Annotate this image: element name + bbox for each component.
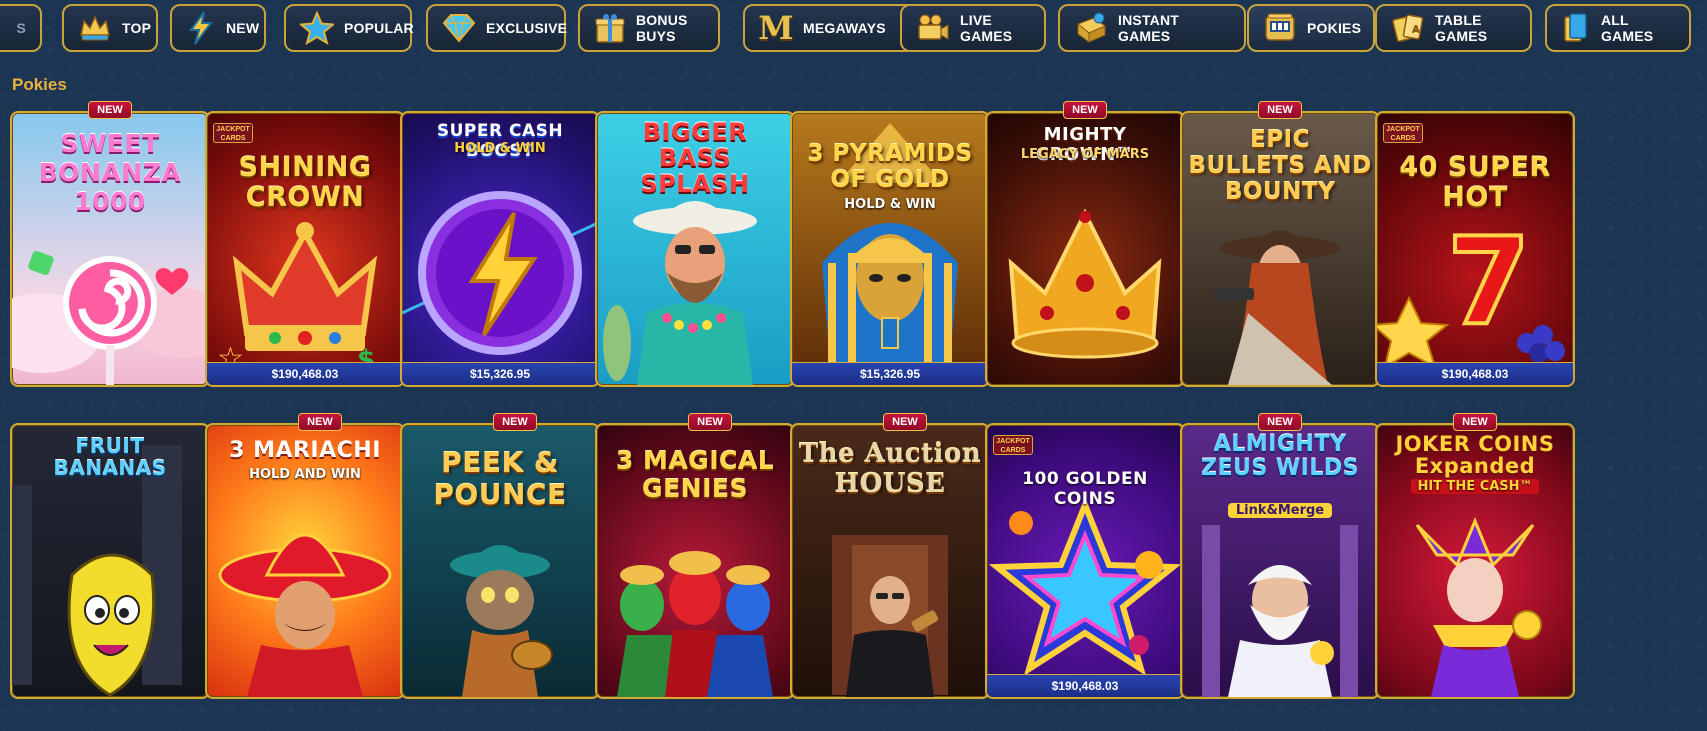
category-tab-live-games-label: LIVE GAMES bbox=[960, 12, 1013, 44]
game-subtitle: HOLD & WIN bbox=[844, 197, 936, 212]
game-title: 3 MARIACHI bbox=[229, 438, 381, 463]
gift-box-icon bbox=[594, 11, 626, 45]
game-title: 100 GOLDEN COINS bbox=[1022, 469, 1148, 509]
category-tab-cut-off[interactable]: S bbox=[0, 4, 42, 52]
diamond-icon bbox=[442, 11, 476, 45]
megaways-m-icon: M bbox=[758, 9, 794, 47]
category-tab-top-label: TOP bbox=[122, 20, 152, 36]
new-badge: NEW bbox=[1063, 101, 1107, 119]
lightning-icon bbox=[186, 11, 216, 45]
new-badge: NEW bbox=[88, 101, 132, 119]
category-tab-table-games-label: TABLE GAMES bbox=[1435, 12, 1488, 44]
category-tab-new-label: NEW bbox=[226, 20, 260, 36]
game-tile-fruit-bananas[interactable]: FRUIT BANANAS bbox=[10, 423, 210, 699]
game-title: 3 MAGICAL GENIES bbox=[615, 446, 775, 503]
category-tab-cut-off-label: S bbox=[16, 20, 26, 36]
game-title: FRUIT BANANAS bbox=[53, 434, 167, 480]
category-tab-bonus-buys-label: BONUS BUYS bbox=[636, 12, 688, 44]
game-tile-mighty-crown[interactable]: MIGHTY CROWN™ LEGACY OF MARS bbox=[985, 111, 1185, 387]
game-subtitle: HOLD & WIN bbox=[454, 141, 546, 156]
game-title: ALMIGHTY ZEUS WILDS bbox=[1201, 432, 1359, 481]
game-subtitle: HOLD AND WIN bbox=[249, 467, 361, 482]
game-title: EPIC BULLETS AND BOUNTY bbox=[1188, 127, 1372, 205]
new-badge: NEW bbox=[298, 413, 342, 431]
jackpot-cards-logo: JACKPOT CARDS bbox=[993, 435, 1033, 455]
new-badge: NEW bbox=[883, 413, 927, 431]
game-tile-3-mariachi[interactable]: 3 MARIACHI HOLD AND WIN bbox=[205, 423, 405, 699]
category-tab-pokies[interactable]: POKIES bbox=[1247, 4, 1375, 52]
crown-icon bbox=[78, 11, 112, 45]
category-tab-megaways-label: MEGAWAYS bbox=[803, 20, 886, 36]
star-icon bbox=[300, 11, 334, 45]
new-badge: NEW bbox=[1258, 101, 1302, 119]
game-tile-almighty-zeus-wilds[interactable]: ALMIGHTY ZEUS WILDS Link&Merge bbox=[1180, 423, 1380, 699]
category-tab-exclusive[interactable]: EXCLUSIVE bbox=[426, 4, 568, 52]
category-tab-bonus-buys[interactable]: BONUS BUYS bbox=[578, 4, 720, 52]
game-tile-sweet-bonanza-1000[interactable]: SWEET BONANZA 1000 bbox=[10, 111, 210, 387]
game-title: PEEK & POUNCE bbox=[433, 446, 567, 511]
category-tab-all-games-label: ALL GAMES bbox=[1601, 12, 1654, 44]
category-tab-new[interactable]: NEW bbox=[170, 4, 266, 52]
game-tile-epic-bullets-and-bounty[interactable]: EPIC BULLETS AND BOUNTY bbox=[1180, 111, 1380, 387]
jackpot-cards-logo: JACKPOT CARDS bbox=[213, 123, 253, 143]
game-title: SWEET BONANZA 1000 bbox=[38, 129, 182, 216]
category-tab-top[interactable]: TOP bbox=[62, 4, 158, 52]
game-subtitle: LEGACY OF MARS bbox=[1020, 147, 1150, 162]
jackpot-amount: $15,326.95 bbox=[792, 362, 988, 385]
new-badge: NEW bbox=[688, 413, 732, 431]
jackpot-amount: $15,326.95 bbox=[402, 362, 598, 385]
svg-text:7: 7 bbox=[1447, 213, 1531, 352]
jackpot-cards-logo: JACKPOT CARDS bbox=[1383, 123, 1423, 143]
playing-cards-icon: A bbox=[1391, 11, 1425, 45]
category-tab-popular-label: POPULAR bbox=[344, 20, 414, 36]
game-title: BIGGER BASS SPLASH bbox=[640, 118, 750, 198]
category-tab-popular[interactable]: POPULAR bbox=[284, 4, 414, 52]
game-tile-3-magical-genies[interactable]: 3 MAGICAL GENIES bbox=[595, 423, 795, 699]
game-tile-bigger-bass-splash[interactable]: BIGGER BASS SPLASH bbox=[595, 111, 795, 387]
slot-machine-icon bbox=[1263, 11, 1297, 45]
game-tile-3-pyramids-of-gold[interactable]: 3 PYRAMIDS OF GOLD HOLD & WIN $15,326.95 bbox=[790, 111, 990, 387]
all-games-icon bbox=[1561, 11, 1591, 45]
section-title: Pokies bbox=[12, 75, 67, 94]
game-subtitle: HIT THE CASH™ bbox=[1411, 479, 1539, 494]
svg-text:A: A bbox=[1412, 24, 1420, 35]
category-tab-pokies-label: POKIES bbox=[1307, 20, 1362, 36]
game-tile-super-cash-boost[interactable]: SUPER CASH BOOST HOLD & WIN $15,326.95 bbox=[400, 111, 600, 387]
category-tab-live-games[interactable]: LIVE GAMES bbox=[900, 4, 1046, 52]
instant-games-icon bbox=[1074, 11, 1108, 45]
jackpot-amount: $190,468.03 bbox=[1377, 362, 1573, 385]
game-tile-peek-and-pounce[interactable]: PEEK & POUNCE bbox=[400, 423, 600, 699]
category-tab-instant-games[interactable]: INSTANT GAMES bbox=[1058, 4, 1246, 52]
video-camera-icon bbox=[916, 11, 950, 45]
game-title: 3 PYRAMIDS OF GOLD bbox=[807, 141, 973, 193]
category-tab-megaways[interactable]: M MEGAWAYS bbox=[743, 4, 916, 52]
game-tile-joker-coins-expanded[interactable]: JOKER COINS Expanded HIT THE CASH™ bbox=[1375, 423, 1575, 699]
category-tab-all-games[interactable]: ALL GAMES bbox=[1545, 4, 1691, 52]
game-title: SHINING CROWN bbox=[238, 152, 372, 213]
game-title: The Auction HOUSE bbox=[798, 439, 982, 499]
game-tile-100-golden-coins[interactable]: JACKPOT CARDS 100 GOLDEN COINS $190,468.… bbox=[985, 423, 1185, 699]
new-badge: NEW bbox=[1453, 413, 1497, 431]
new-badge: NEW bbox=[493, 413, 537, 431]
jackpot-amount: $190,468.03 bbox=[207, 362, 403, 385]
new-badge: NEW bbox=[1258, 413, 1302, 431]
game-tile-the-auction-house[interactable]: The Auction HOUSE bbox=[790, 423, 990, 699]
game-tile-40-super-hot[interactable]: 7 JACKPOT CARDS 40 SUPER HOT $190,468.03 bbox=[1375, 111, 1575, 387]
game-title: 40 SUPER HOT bbox=[1399, 152, 1551, 213]
game-artwork bbox=[207, 425, 403, 697]
game-subtitle: Link&Merge bbox=[1228, 503, 1332, 518]
game-title: JOKER COINS Expanded bbox=[1395, 432, 1555, 478]
jackpot-amount: $190,468.03 bbox=[987, 674, 1183, 697]
category-nav: S TOP NEW POPULAR EXCLUSIVE BONUS BUYS M… bbox=[0, 4, 1707, 54]
category-tab-table-games[interactable]: A TABLE GAMES bbox=[1375, 4, 1532, 52]
category-tab-exclusive-label: EXCLUSIVE bbox=[486, 20, 568, 36]
game-artwork bbox=[987, 425, 1183, 697]
game-tile-shining-crown[interactable]: ☆ $ JACKPOT CARDS SHINING CROWN $190,468… bbox=[205, 111, 405, 387]
category-tab-instant-games-label: INSTANT GAMES bbox=[1118, 12, 1180, 44]
